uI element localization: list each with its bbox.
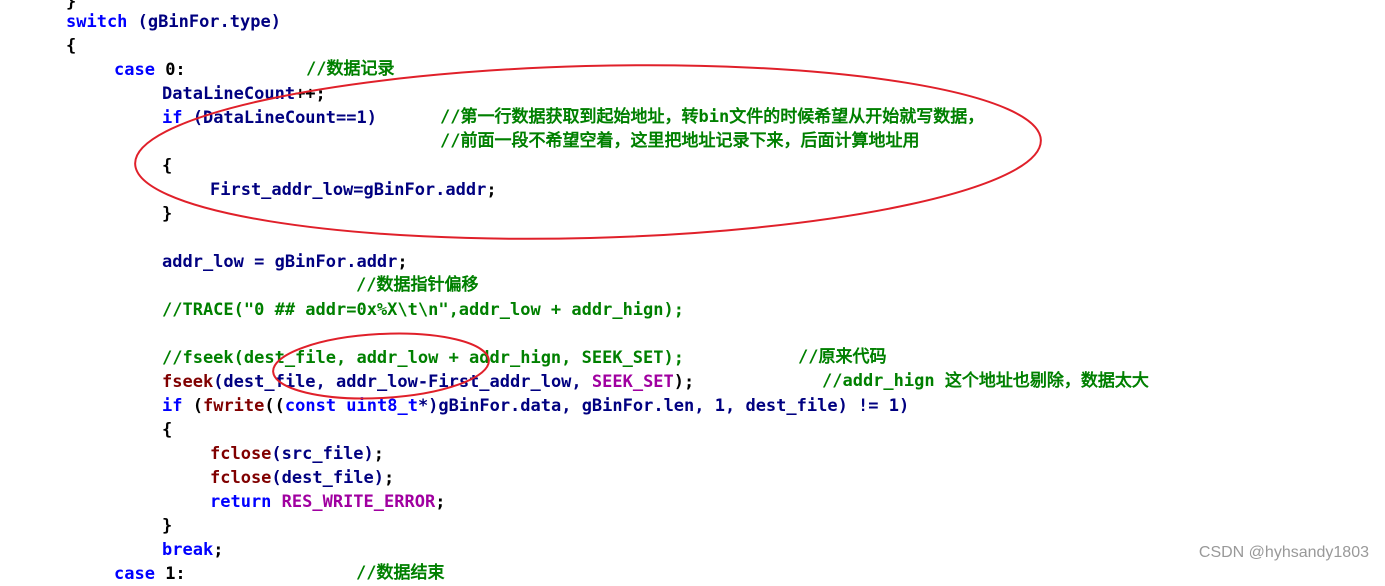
- punct: (: [182, 396, 203, 416]
- punct: ;: [397, 252, 408, 272]
- comment-text: //addr_hign: [822, 371, 945, 391]
- code-line: {: [162, 154, 172, 178]
- code-line: {: [162, 418, 172, 442]
- comment-text: //TRACE("0 ## addr=0x%X\t\n",addr_low + …: [162, 300, 684, 320]
- code-line: }: [162, 202, 172, 226]
- comment: //addr_hign 这个地址也剔除，数据太大: [822, 369, 1149, 393]
- comment-text: bin: [698, 107, 730, 127]
- open-brace: {: [66, 36, 77, 56]
- assignment: First_addr_low=gBinFor.addr: [210, 180, 487, 200]
- comment-text: //fseek(dest_file, addr_low + addr_hign,…: [162, 348, 684, 368]
- keyword: return: [210, 492, 272, 512]
- code-line: if (DataLineCount==1): [162, 106, 377, 130]
- code-line: First_addr_low=gBinFor.addr;: [210, 178, 497, 202]
- macro: RES_WRITE_ERROR: [271, 492, 436, 512]
- code-line: break;: [162, 538, 223, 562]
- code-text: (gBinFor.type): [127, 12, 281, 32]
- function-name: fclose: [210, 468, 272, 488]
- punct: );: [673, 372, 695, 392]
- arguments: (dest_file): [271, 468, 385, 488]
- closing-brace: }: [162, 204, 173, 224]
- function-name: fwrite: [202, 396, 265, 416]
- identifier: DataLineCount: [162, 84, 296, 104]
- punct: ;: [384, 468, 395, 488]
- keyword: if: [162, 396, 183, 416]
- code-line: //TRACE("0 ## addr=0x%X\t\n",addr_low + …: [162, 298, 684, 322]
- code-line: addr_low = gBinFor.addr;: [162, 250, 408, 274]
- comment: //第一行数据获取到起始地址，转bin文件的时候希望从开始就写数据，: [440, 105, 984, 129]
- keyword: case: [114, 564, 155, 584]
- comment-text: //数据记录: [306, 59, 395, 79]
- comment-text: //原来代码: [798, 347, 887, 367]
- comment: //数据记录: [306, 57, 394, 81]
- assignment: addr_low = gBinFor.addr: [162, 252, 398, 272]
- keyword: break: [162, 540, 214, 560]
- code-line: {: [66, 34, 76, 58]
- keyword: case: [114, 60, 155, 80]
- arguments: (dest_file, addr_low-First_addr_low,: [213, 372, 592, 392]
- code-line: case 1:: [114, 562, 186, 586]
- punct: ;: [373, 444, 385, 464]
- watermark: CSDN @hyhsandy1803: [1198, 544, 1369, 561]
- code-line: fclose(dest_file);: [210, 466, 394, 490]
- code-line: }: [162, 514, 172, 538]
- code-line: case 0:: [114, 58, 186, 82]
- arguments: *)gBinFor.data, gBinFor.len, 1, dest_fil…: [417, 396, 910, 416]
- code-line: DataLineCount++;: [162, 82, 326, 106]
- keyword: if: [162, 108, 183, 128]
- code-line: fseek(dest_file, addr_low-First_addr_low…: [162, 370, 694, 394]
- comment: //数据结束: [356, 561, 444, 585]
- code-line: switch (gBinFor.type): [66, 10, 281, 34]
- punct: ;: [435, 492, 446, 512]
- arguments: (src_file): [271, 444, 374, 464]
- code-line: //fseek(dest_file, addr_low + addr_hign,…: [162, 346, 684, 370]
- function-name: fseek: [162, 372, 214, 392]
- macro: SEEK_SET: [591, 372, 674, 392]
- punct: ;: [213, 540, 224, 560]
- code-line: fclose(src_file);: [210, 442, 384, 466]
- open-brace: {: [162, 420, 173, 440]
- type: const uint8_t: [284, 396, 418, 416]
- comment-text: //前面一段不希望空着，这里把地址记录下来，后面计算地址用: [440, 131, 920, 151]
- code-line: if (fwrite((const uint8_t*)gBinFor.data,…: [162, 394, 909, 418]
- function-name: fclose: [210, 444, 272, 464]
- case-value: 0:: [154, 60, 186, 80]
- punct: ++;: [295, 84, 326, 104]
- code-line: return RES_WRITE_ERROR;: [210, 490, 445, 514]
- keyword: switch: [66, 12, 128, 32]
- comment: //数据指针偏移: [356, 273, 478, 297]
- comment: //原来代码: [798, 345, 886, 369]
- comment-text: 文件的时候希望从开始就写数据，: [729, 107, 985, 127]
- comment-text: //第一行数据获取到起始地址，转: [440, 107, 699, 127]
- comment-text: //数据结束: [356, 563, 445, 583]
- case-value: 1:: [154, 564, 186, 584]
- comment-text: 这个地址也剔除，数据太大: [944, 371, 1149, 391]
- punct: ((: [264, 396, 285, 416]
- comment-text: //数据指针偏移: [356, 275, 479, 295]
- punct: ;: [486, 180, 497, 200]
- condition: (DataLineCount==1): [182, 108, 377, 128]
- closing-brace: }: [162, 516, 173, 536]
- open-brace: {: [162, 156, 173, 176]
- code-editor: } switch (gBinFor.type) { case 0: //数据记录…: [0, 0, 1385, 584]
- comment: //前面一段不希望空着，这里把地址记录下来，后面计算地址用: [440, 129, 919, 153]
